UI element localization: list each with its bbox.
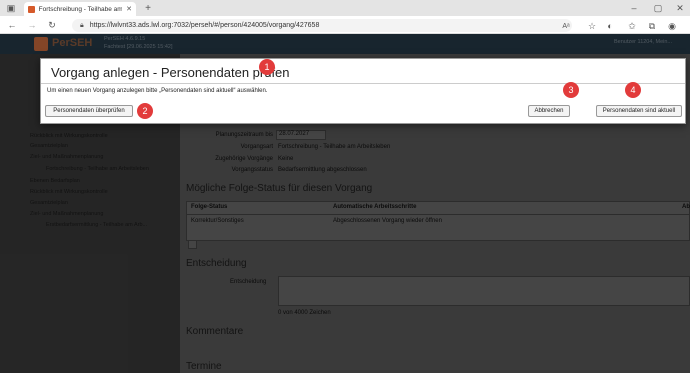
dialog-title: Vorgang anlegen - Personendaten prüfen [51, 65, 290, 80]
tab-title: Fortschreibung - Teilhabe am Arb... [38, 5, 123, 13]
personendaten-aktuell-button[interactable]: Personendaten sind aktuell [596, 105, 682, 117]
window-close-icon[interactable]: ✕ [674, 2, 686, 14]
dialog-separator [41, 83, 685, 84]
reload-icon[interactable]: ↻ [46, 19, 58, 31]
browser-tab-bar: ▣ Fortschreibung - Teilhabe am Arb... ✕ … [0, 0, 690, 16]
favorites-icon[interactable]: ✩ [626, 20, 638, 32]
dialog-text: Um einen neuen Vorgang anzulegen bitte „… [47, 88, 268, 94]
annotation-badge: 1 [259, 59, 275, 75]
minimize-icon[interactable]: – [628, 2, 640, 14]
forward-icon[interactable]: → [26, 19, 38, 31]
extensions-icon[interactable]: ◐ [604, 20, 616, 32]
favorite-star-icon[interactable]: ☆ [586, 20, 598, 32]
annotation-badge: 3 [563, 82, 579, 98]
url-text: https://lwlvnt33.ads.lwl.org:7032/perseh… [89, 22, 320, 29]
abbrechen-button[interactable]: Abbrechen [528, 105, 570, 117]
favicon-icon [28, 5, 35, 13]
collections-icon[interactable]: ⧉ [646, 20, 658, 32]
profile-icon[interactable]: ◉ [666, 20, 678, 32]
new-tab-icon[interactable]: + [142, 2, 154, 14]
close-tab-icon[interactable]: ✕ [126, 5, 132, 13]
lock-icon: 🔒︎ [80, 21, 84, 29]
back-icon[interactable]: ← [6, 19, 18, 31]
annotation-badge: 4 [625, 82, 641, 98]
tab-actions-icon[interactable]: ▣ [6, 3, 16, 13]
maximize-icon[interactable]: ▢ [652, 2, 664, 14]
read-aloud-icon[interactable]: Aᵃ [560, 20, 572, 32]
browser-tab[interactable]: Fortschreibung - Teilhabe am Arb... ✕ [24, 2, 136, 16]
address-bar[interactable]: 🔒︎ https://lwlvnt33.ads.lwl.org:7032/per… [72, 19, 572, 32]
personendaten-pruefen-button[interactable]: Personendaten überprüfen [45, 105, 133, 117]
annotation-badge: 2 [137, 103, 153, 119]
